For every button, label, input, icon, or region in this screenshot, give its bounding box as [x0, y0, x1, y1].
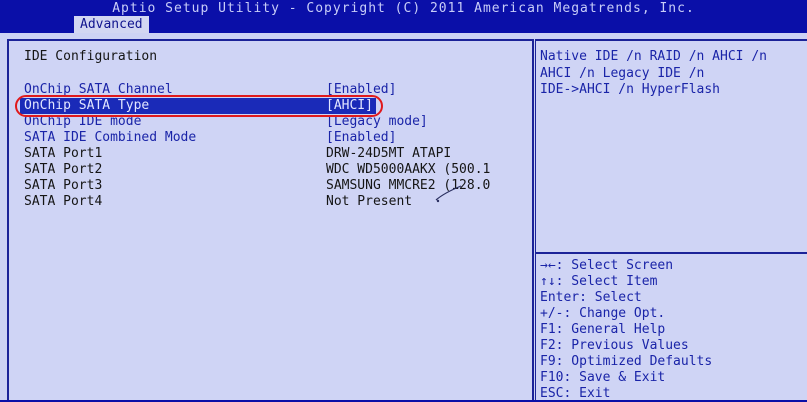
setting-combined-mode-value[interactable]: [Enabled] [326, 130, 396, 146]
sata-port1-label: SATA Port1 [24, 146, 103, 161]
help-line-1: Native IDE /n RAID /n AHCI /n [540, 49, 767, 64]
nav-save-exit: F10: Save & Exit [540, 370, 666, 385]
nav-change-opt: +/-: Change Opt. [540, 306, 666, 321]
pen-mark-icon [435, 185, 462, 203]
sata-port2-value: WDC WD5000AAKX (500.1 [326, 162, 491, 177]
sata-port2-label: SATA Port2 [24, 162, 103, 177]
title-bar: Aptio Setup Utility - Copyright (C) 2011… [0, 0, 807, 33]
nav-enter-select: Enter: Select [540, 290, 642, 305]
tab-advanced[interactable]: Advanced [74, 16, 149, 33]
nav-optimized-defaults: F9: Optimized Defaults [540, 354, 713, 369]
sata-port4-label: SATA Port4 [24, 194, 103, 209]
help-line-2: AHCI /n Legacy IDE /n [540, 66, 705, 81]
nav-select-item: ↑↓: Select Item [540, 274, 658, 289]
help-divider [535, 252, 807, 254]
section-heading: IDE Configuration [24, 49, 158, 64]
sata-port3-value: SAMSUNG MMCRE2 (128.0 [326, 178, 491, 193]
window-title: Aptio Setup Utility - Copyright (C) 2011… [112, 1, 695, 16]
annotation-oval [15, 95, 383, 117]
sata-port4-value: Not Present [326, 194, 413, 209]
sata-port3-label: SATA Port3 [24, 178, 103, 193]
help-line-3: IDE->AHCI /n HyperFlash [540, 82, 721, 97]
nav-general-help: F1: General Help [540, 322, 666, 337]
nav-select-screen: →←: Select Screen [540, 258, 674, 273]
sata-port1-value: DRW-24D5MT ATAPI [326, 146, 452, 161]
setting-combined-mode-label[interactable]: SATA IDE Combined Mode [24, 130, 196, 146]
nav-previous-values: F2: Previous Values [540, 338, 689, 353]
